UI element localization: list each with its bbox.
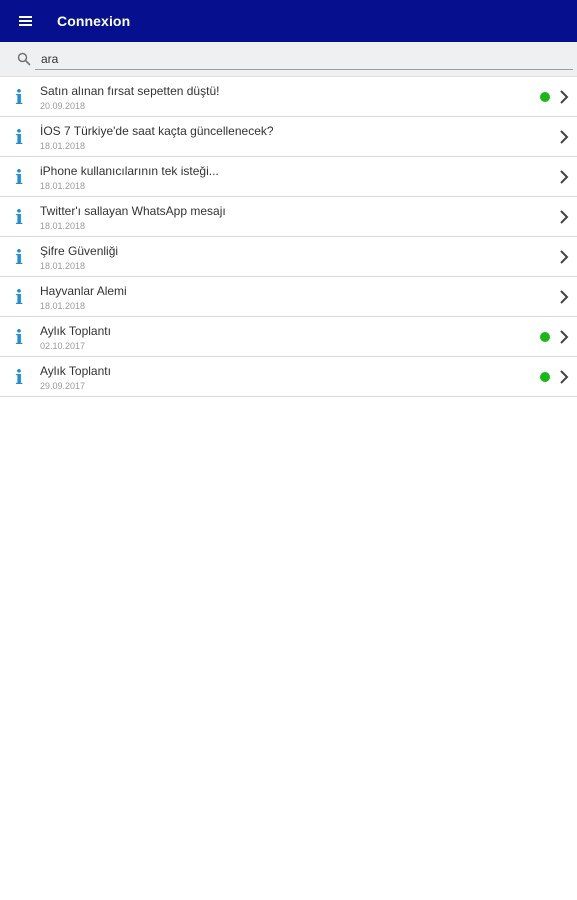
chevron-right-icon <box>560 170 569 184</box>
chevron-right-icon <box>560 370 569 384</box>
info-icon: i <box>15 285 23 309</box>
item-date: 18.01.2018 <box>40 181 86 191</box>
list-item[interactable]: i İOS 7 Türkiye'de saat kaçta güncellenec… <box>0 117 577 157</box>
unread-dot-icon <box>540 332 550 342</box>
item-title: iPhone kullanıcılarının tek isteği... <box>40 164 219 178</box>
unread-dot-icon <box>540 92 550 102</box>
message-list: i Satın alınan fırsat sepetten düştü! 20.0… <box>0 77 577 397</box>
item-title: Aylık Toplantı <box>40 324 111 338</box>
info-icon: i <box>15 205 23 229</box>
search-input[interactable] <box>35 48 573 70</box>
chevron-right-icon <box>560 330 569 344</box>
info-icon: i <box>15 325 23 349</box>
list-item[interactable]: i iPhone kullanıcılarının tek isteği... 18… <box>0 157 577 197</box>
chevron-right-icon <box>560 130 569 144</box>
item-date: 29.09.2017 <box>40 381 86 391</box>
search-icon <box>17 52 31 66</box>
item-date: 18.01.2018 <box>40 261 86 271</box>
item-date: 18.01.2018 <box>40 141 86 151</box>
list-item[interactable]: i Twitter'ı sallayan WhatsApp mesajı 18.01… <box>0 197 577 237</box>
item-title: Hayvanlar Alemi <box>40 284 127 298</box>
item-title: Twitter'ı sallayan WhatsApp mesajı <box>40 204 226 218</box>
list-item[interactable]: i Aylık Toplantı 29.09.2017 <box>0 357 577 397</box>
list-item[interactable]: i Şifre Güvenliği 18.01.2018 <box>0 237 577 277</box>
item-title: Şifre Güvenliği <box>40 244 119 258</box>
item-date: 18.01.2018 <box>40 221 86 231</box>
chevron-right-icon <box>560 210 569 224</box>
item-title: Satın alınan fırsat sepetten düştü! <box>40 84 220 98</box>
unread-dot-icon <box>540 372 550 382</box>
search-bar <box>0 42 577 77</box>
item-date: 18.01.2018 <box>40 301 86 311</box>
list-item[interactable]: i Satın alınan fırsat sepetten düştü! 20.0… <box>0 77 577 117</box>
item-title: Aylık Toplantı <box>40 364 111 378</box>
info-icon: i <box>15 125 23 149</box>
item-date: 20.09.2018 <box>40 101 86 111</box>
app-bar: Connexion <box>0 0 577 42</box>
menu-icon[interactable] <box>19 0 45 42</box>
info-icon: i <box>15 365 23 389</box>
list-item[interactable]: i Hayvanlar Alemi 18.01.2018 <box>0 277 577 317</box>
chevron-right-icon <box>560 290 569 304</box>
item-title: İOS 7 Türkiye'de saat kaçta güncellenece… <box>40 124 274 138</box>
info-icon: i <box>15 165 23 189</box>
info-icon: i <box>15 245 23 269</box>
list-item[interactable]: i Aylık Toplantı 02.10.2017 <box>0 317 577 357</box>
chevron-right-icon <box>560 250 569 264</box>
info-icon: i <box>15 85 23 109</box>
item-date: 02.10.2017 <box>40 341 86 351</box>
page-title: Connexion <box>57 13 131 29</box>
chevron-right-icon <box>560 90 569 104</box>
